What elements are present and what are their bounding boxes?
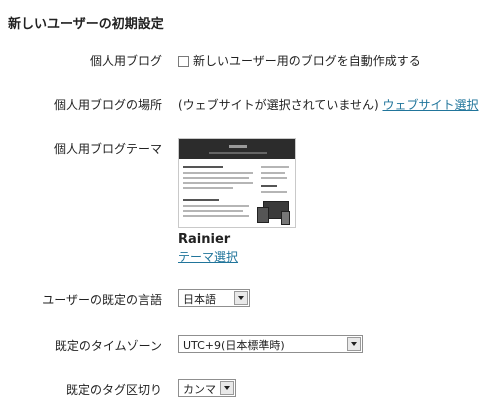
thumbnail-text-line	[183, 187, 233, 189]
thumbnail-text-line	[183, 215, 249, 217]
thumbnail-phone	[281, 211, 290, 225]
theme-select-link[interactable]: テーマ選択	[178, 248, 238, 265]
thumbnail-sidebar-line	[261, 185, 277, 187]
language-select[interactable]: 日本語	[178, 289, 250, 307]
thumbnail-text-line	[183, 177, 249, 179]
thumbnail-header	[179, 139, 295, 159]
timezone-select[interactable]: UTC+9(日本標準時)	[178, 335, 363, 353]
thumbnail-tablet	[257, 207, 269, 223]
auto-create-blog-checkbox-label[interactable]: 新しいユーザー用のブログを自動作成する	[193, 54, 421, 68]
thumbnail-text-line	[183, 166, 223, 168]
thumbnail-sidebar-line	[261, 177, 287, 179]
blog-location-field: (ウェブサイトが選択されていません) ウェブサイト選択	[178, 96, 479, 113]
tag-delimiter-dropdown-arrow-icon[interactable]	[220, 381, 234, 395]
thumbnail-devices-image	[257, 201, 290, 225]
language-dropdown-arrow-icon[interactable]	[234, 291, 248, 305]
blog-location-status: (ウェブサイトが選択されていません)	[178, 98, 379, 112]
personal-blog-label: 個人用ブログ	[89, 54, 162, 68]
default-language-label: ユーザーの既定の言語	[42, 293, 162, 307]
auto-create-blog-checkbox[interactable]	[178, 56, 189, 67]
tag-delimiter-select[interactable]: カンマ	[178, 379, 236, 397]
theme-name: Rainier	[178, 232, 231, 247]
thumbnail-text-line	[183, 205, 249, 207]
theme-thumbnail	[178, 138, 296, 228]
tag-delimiter-select-value: カンマ	[183, 383, 216, 396]
default-tag-delimiter-label: 既定のタグ区切り	[65, 383, 162, 397]
thumbnail-text-line	[183, 210, 243, 212]
thumbnail-title-bar	[229, 145, 247, 148]
thumbnail-sidebar-line	[261, 172, 285, 174]
timezone-select-value: UTC+9(日本標準時)	[183, 339, 285, 352]
website-select-link[interactable]: ウェブサイト選択	[382, 98, 478, 112]
thumbnail-text-line	[183, 199, 219, 201]
timezone-dropdown-arrow-icon[interactable]	[347, 337, 361, 351]
thumbnail-menu-bar	[209, 152, 267, 154]
thumbnail-sidebar-line	[261, 166, 289, 168]
section-title: 新しいユーザーの初期設定	[8, 17, 164, 32]
thumbnail-sidebar-line	[261, 191, 287, 193]
language-select-value: 日本語	[183, 293, 216, 306]
auto-create-blog-option[interactable]: 新しいユーザー用のブログを自動作成する	[178, 52, 421, 69]
blog-theme-label: 個人用ブログテーマ	[53, 142, 162, 156]
default-timezone-label: 既定のタイムゾーン	[54, 339, 162, 353]
thumbnail-text-line	[183, 182, 253, 184]
thumbnail-text-line	[183, 172, 253, 174]
blog-location-label: 個人用ブログの場所	[53, 98, 162, 112]
